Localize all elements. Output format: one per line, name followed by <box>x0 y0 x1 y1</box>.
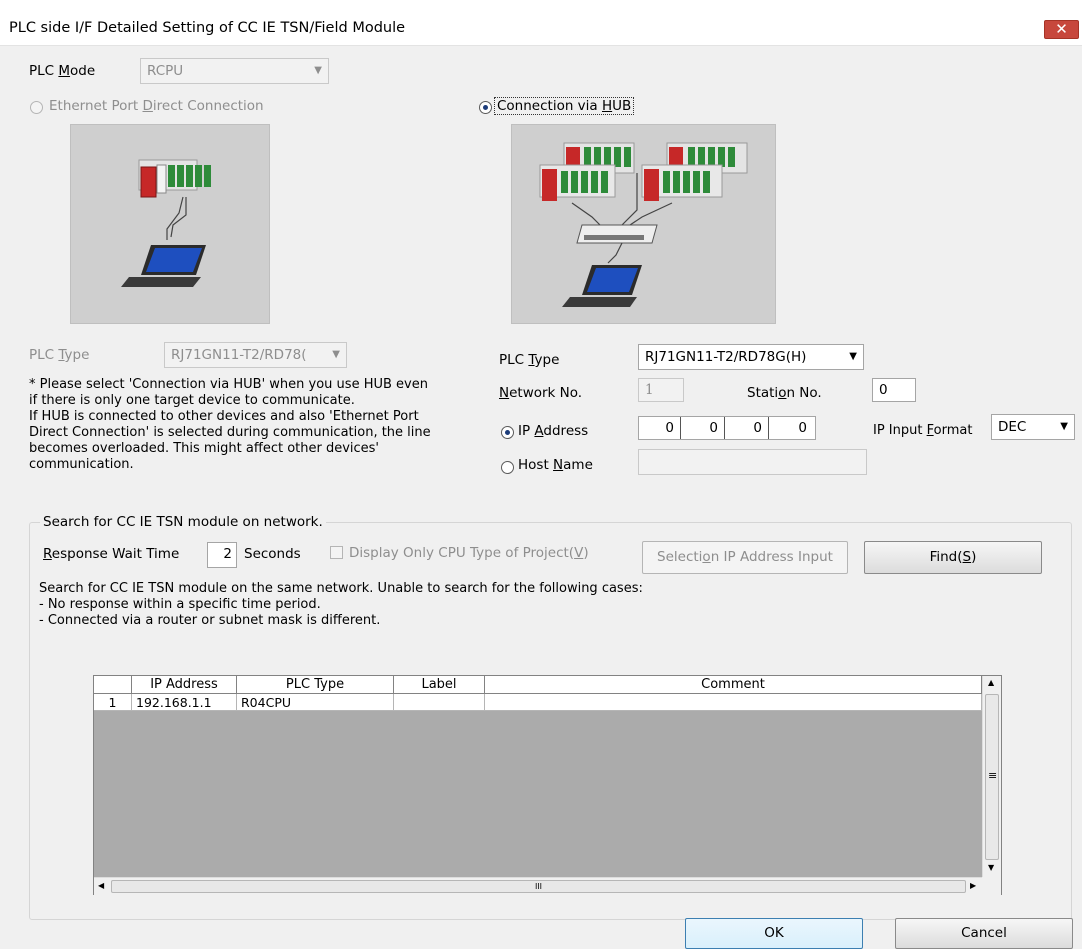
dropdown-arrow-icon: ▼ <box>314 65 322 76</box>
search-results-table[interactable]: IP Address PLC Type Label Comment 1 192.… <box>93 675 1002 895</box>
ip-input-format-select[interactable]: DEC ▼ <box>991 414 1075 440</box>
station-no-input[interactable]: 0 <box>872 378 916 402</box>
scrollbar-corner <box>982 877 1001 895</box>
note-line: If HUB is connected to other devices and… <box>29 409 419 424</box>
seconds-label: Seconds <box>244 546 301 562</box>
plc-type-label: PLC Type <box>499 352 560 368</box>
hub-connection-label[interactable]: Connection via HUB <box>494 97 635 115</box>
table-cell-ip-address[interactable]: 192.168.1.1 <box>132 694 237 711</box>
ip-input-format-label: IP Input Format <box>873 423 973 438</box>
cancel-button[interactable]: Cancel <box>895 918 1073 949</box>
hub-connection-radio[interactable] <box>479 101 492 114</box>
column-header-label[interactable]: Label <box>394 676 485 694</box>
ip-octet-4[interactable]: 0 <box>771 417 813 439</box>
search-group-title: Search for CC IE TSN module on network. <box>40 514 326 530</box>
column-header-ip-address[interactable]: IP Address <box>132 676 237 694</box>
network-no-input: 1 <box>638 378 684 402</box>
station-no-label: Station No. <box>747 385 822 401</box>
host-name-input <box>638 449 867 475</box>
plc-mode-label: PLC Mode <box>29 63 96 79</box>
ip-address-label: IP Address <box>518 423 589 439</box>
left-plc-type-value: RJ71GN11-T2/RD78( <box>171 347 307 363</box>
table-cell-label[interactable] <box>394 694 485 711</box>
scroll-grip-icon: ≡ <box>988 769 998 782</box>
scroll-grip-icon: III <box>534 882 543 891</box>
hub-icon <box>539 142 748 307</box>
hub-connection-illustration <box>511 124 776 324</box>
ip-octet-3[interactable]: 0 <box>727 417 769 439</box>
network-no-label: Network No. <box>499 385 583 401</box>
search-description-line: - No response within a specific time per… <box>39 597 321 612</box>
dropdown-arrow-icon: ▼ <box>332 349 340 360</box>
column-header-plc-type[interactable]: PLC Type <box>237 676 394 694</box>
search-description: Search for CC IE TSN module on the same … <box>39 581 939 629</box>
ok-button[interactable]: OK <box>685 918 863 949</box>
ip-address-input[interactable]: 0 0 0 0 <box>638 416 816 440</box>
window-title: PLC side I/F Detailed Setting of CC IE T… <box>9 20 406 36</box>
note-line: communication. <box>29 457 134 472</box>
close-button[interactable]: ✕ <box>1044 20 1079 39</box>
scroll-down-arrow-icon[interactable]: ▼ <box>988 863 994 872</box>
horizontal-scroll-thumb[interactable]: III <box>111 880 966 893</box>
note-line: if there is only one target device to co… <box>29 393 355 408</box>
left-plc-type-label: PLC Type <box>29 347 90 363</box>
note-line: * Please select 'Connection via HUB' whe… <box>29 377 428 392</box>
host-name-label: Host Name <box>518 457 593 473</box>
note-line: becomes overloaded. This might affect ot… <box>29 441 380 456</box>
search-description-line: - Connected via a router or subnet mask … <box>39 613 381 628</box>
display-only-cpu-checkbox <box>330 546 343 559</box>
plc-type-select[interactable]: RJ71GN11-T2/RD78G(H) ▼ <box>638 344 864 370</box>
display-only-cpu-label: Display Only CPU Type of Project(V) <box>349 545 589 561</box>
vertical-scrollbar[interactable]: ▲ ≡ ▼ <box>982 676 1001 877</box>
table-cell-plc-type[interactable]: R04CPU <box>237 694 394 711</box>
direct-connection-illustration <box>70 124 270 324</box>
selection-ip-address-input-button: Selection IP Address Input <box>642 541 848 574</box>
dropdown-arrow-icon: ▼ <box>849 351 857 362</box>
column-header-comment[interactable]: Comment <box>485 676 982 694</box>
scroll-up-arrow-icon[interactable]: ▲ <box>988 678 994 687</box>
connection-note: * Please select 'Connection via HUB' whe… <box>29 377 489 473</box>
direct-connection-label: Ethernet Port Direct Connection <box>49 98 264 114</box>
plc-mode-select: RCPU ▼ <box>140 58 329 84</box>
response-wait-input[interactable]: 2 <box>207 542 237 568</box>
response-wait-label: Response Wait Time <box>43 546 180 562</box>
note-line: Direct Connection' is selected during co… <box>29 425 431 440</box>
plc-type-value: RJ71GN11-T2/RD78G(H) <box>645 349 807 365</box>
close-icon: ✕ <box>1055 20 1068 38</box>
plc-mode-value: RCPU <box>147 63 184 79</box>
vertical-scroll-thumb[interactable]: ≡ <box>985 694 999 860</box>
scroll-right-arrow-icon[interactable]: ▶ <box>970 881 976 890</box>
dropdown-arrow-icon: ▼ <box>1060 421 1068 432</box>
ip-address-radio[interactable] <box>501 426 514 439</box>
ip-octet-1[interactable]: 0 <box>639 417 681 439</box>
left-plc-type-select: RJ71GN11-T2/RD78( ▼ <box>164 342 347 368</box>
host-name-radio[interactable] <box>501 461 514 474</box>
direct-connection-radio <box>30 101 43 114</box>
ip-input-format-value: DEC <box>998 419 1027 435</box>
ip-octet-2[interactable]: 0 <box>683 417 725 439</box>
find-button[interactable]: Find(S) <box>864 541 1042 574</box>
plc-rack-icon <box>121 159 211 287</box>
row-number-header <box>94 676 132 694</box>
search-description-line: Search for CC IE TSN module on the same … <box>39 581 643 596</box>
title-bar: PLC side I/F Detailed Setting of CC IE T… <box>0 0 1082 46</box>
scroll-left-arrow-icon[interactable]: ◀ <box>98 881 104 890</box>
table-row-number: 1 <box>94 694 132 711</box>
table-cell-comment[interactable] <box>485 694 982 711</box>
horizontal-scrollbar[interactable]: ◀ III ▶ <box>94 877 982 895</box>
